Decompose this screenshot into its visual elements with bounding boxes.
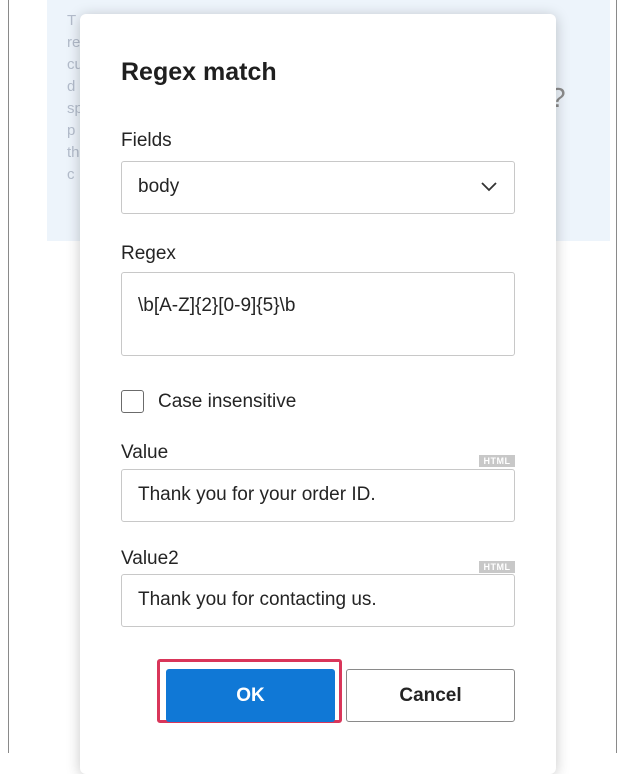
value2-input[interactable]: Thank you for contacting us.: [121, 574, 515, 627]
cancel-button[interactable]: Cancel: [346, 669, 515, 722]
regex-match-dialog: Regex match Fields body Regex \b[A-Z]{2}…: [80, 14, 556, 774]
ok-button[interactable]: OK: [166, 669, 335, 722]
chevron-down-icon: [481, 182, 497, 192]
regex-label: Regex: [121, 243, 176, 264]
regex-value: \b[A-Z]{2}[0-9]{5}\b: [138, 295, 296, 316]
case-insensitive-checkbox[interactable]: [121, 390, 144, 413]
value-label: Value: [121, 442, 169, 463]
value-html-badge: HTML: [479, 455, 515, 467]
value-input-text: Thank you for your order ID.: [138, 484, 376, 505]
case-insensitive-label[interactable]: Case insensitive: [158, 391, 296, 413]
value-input[interactable]: Thank you for your order ID.: [121, 469, 515, 522]
fields-select-value: body: [138, 176, 180, 197]
fields-label: Fields: [121, 130, 172, 151]
dialog-title: Regex match: [121, 58, 277, 86]
regex-textarea[interactable]: \b[A-Z]{2}[0-9]{5}\b: [121, 272, 515, 356]
fields-select[interactable]: body: [121, 161, 515, 214]
value2-html-badge: HTML: [479, 561, 515, 573]
value2-label: Value2: [121, 548, 179, 569]
value2-input-text: Thank you for contacting us.: [138, 589, 377, 610]
